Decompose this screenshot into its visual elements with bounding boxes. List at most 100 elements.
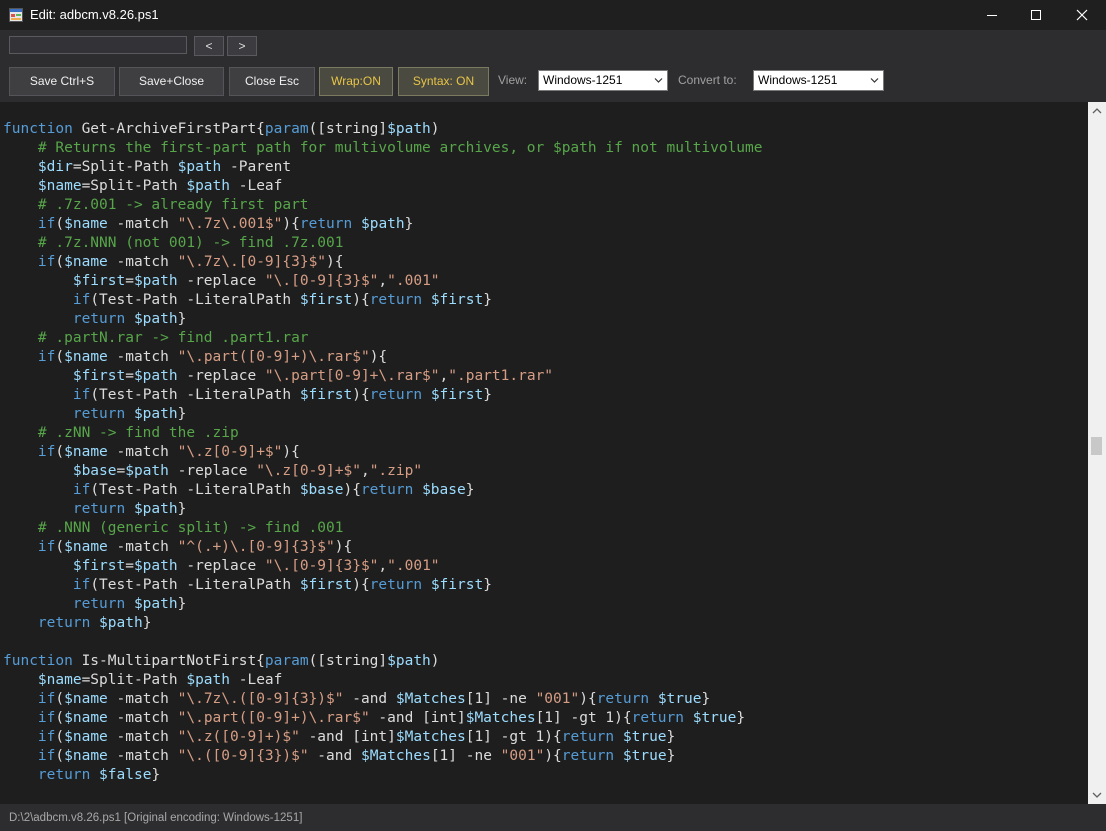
code-line[interactable]: return $path} <box>3 614 763 633</box>
code-line[interactable]: $name=Split-Path $path -Leaf <box>3 671 763 690</box>
code-line[interactable]: # .partN.rar -> find .part1.rar <box>3 329 763 348</box>
code-line[interactable]: $first=$path -replace "\.[0-9]{3}$",".00… <box>3 272 763 291</box>
code-token: -match <box>107 349 178 365</box>
code-token: "\.([0-9]{3})$" <box>177 748 309 764</box>
code-token: ) <box>430 653 440 669</box>
code-line[interactable]: if(Test-Path -LiteralPath $first){return… <box>3 291 763 310</box>
code-token: [1] -ne <box>465 691 536 707</box>
code-line[interactable]: if($name -match "\.z[0-9]+$"){ <box>3 443 763 462</box>
code-line[interactable]: # .NNN (generic split) -> find .001 <box>3 519 763 538</box>
code-line[interactable]: return $false} <box>3 766 763 785</box>
code-token: $name <box>64 691 108 707</box>
code-line[interactable]: function Get-ArchiveFirstPart{param([str… <box>3 120 763 139</box>
vertical-scrollbar[interactable] <box>1088 102 1106 804</box>
code-line[interactable]: if(Test-Path -LiteralPath $base){return … <box>3 481 763 500</box>
code-line[interactable]: return $path} <box>3 500 763 519</box>
minimize-icon <box>987 15 997 16</box>
scrollbar-thumb[interactable] <box>1091 437 1102 455</box>
code-line[interactable]: # .7z.001 -> already first part <box>3 196 763 215</box>
close-window-button[interactable] <box>1059 0 1105 30</box>
code-token: ([string] <box>308 121 388 137</box>
code-token: "\.z[0-9]+$" <box>177 444 283 460</box>
code-token: $Matches <box>395 691 466 707</box>
code-line[interactable]: return $path} <box>3 595 763 614</box>
code-token: return <box>360 482 414 498</box>
code-line[interactable]: $first=$path -replace "\.[0-9]{3}$",".00… <box>3 557 763 576</box>
code-token: } <box>666 729 676 745</box>
code-line[interactable]: if($name -match "\.z([0-9]+)$" -and [int… <box>3 728 763 747</box>
view-encoding-select[interactable]: Windows-1251 <box>538 70 668 91</box>
code-line[interactable]: if($name -match "\.part([0-9]+)\.rar$"){ <box>3 348 763 367</box>
code-token: if <box>3 748 56 764</box>
code-token: =Split-Path <box>72 159 178 175</box>
maximize-button[interactable] <box>1013 0 1059 30</box>
code-line[interactable]: # .7z.NNN (not 001) -> find .7z.001 <box>3 234 763 253</box>
code-line[interactable]: $name=Split-Path $path -Leaf <box>3 177 763 196</box>
code-token: -match <box>107 254 178 270</box>
scroll-down-arrow-icon[interactable] <box>1092 790 1102 800</box>
code-token: return <box>3 406 126 422</box>
code-token: ) <box>430 121 440 137</box>
code-line[interactable]: $first=$path -replace "\.part[0-9]+\.rar… <box>3 367 763 386</box>
code-line[interactable]: if($name -match "\.7z\.[0-9]{3}$"){ <box>3 253 763 272</box>
code-token: ( <box>55 710 65 726</box>
code-token: return <box>561 748 615 764</box>
code-token: if <box>3 710 56 726</box>
code-line[interactable]: function Is-MultipartNotFirst{param([str… <box>3 652 763 671</box>
search-next-button[interactable]: > <box>227 36 257 56</box>
code-line[interactable]: return $path} <box>3 405 763 424</box>
code-token: $name <box>64 539 108 555</box>
code-line[interactable]: # .zNN -> find the .zip <box>3 424 763 443</box>
chevron-down-icon <box>654 78 663 83</box>
code-token: } <box>177 501 187 517</box>
code-token: return <box>631 710 684 726</box>
code-line[interactable]: $base=$path -replace "\.z[0-9]+$",".zip" <box>3 462 763 481</box>
code-token: $Matches <box>395 729 466 745</box>
syntax-toggle-button[interactable]: Syntax: ON <box>398 67 489 96</box>
code-token: # .NNN (generic split) -> find .001 <box>3 520 344 536</box>
code-token: =Split-Path <box>81 178 187 194</box>
code-token: if <box>3 292 91 308</box>
view-label: View: <box>498 73 528 87</box>
code-token: if <box>3 691 56 707</box>
code-line[interactable]: if(Test-Path -LiteralPath $first){return… <box>3 386 763 405</box>
code-token: "\.z([0-9]+)$" <box>177 729 300 745</box>
code-text[interactable]: function Get-ArchiveFirstPart{param([str… <box>3 120 763 785</box>
code-line[interactable]: if($name -match "\.([0-9]{3})$" -and $Ma… <box>3 747 763 766</box>
search-input[interactable] <box>9 36 187 54</box>
code-line[interactable]: if(Test-Path -LiteralPath $first){return… <box>3 576 763 595</box>
code-line[interactable]: return $path} <box>3 310 763 329</box>
code-token: $base <box>299 482 344 498</box>
code-token: -match <box>107 444 178 460</box>
code-line[interactable]: if($name -match "\.7z\.001$"){return $pa… <box>3 215 763 234</box>
code-line[interactable]: if($name -match "\.part([0-9]+)\.rar$" -… <box>3 709 763 728</box>
save-close-button[interactable]: Save+Close <box>119 67 224 96</box>
minimize-button[interactable] <box>969 0 1015 30</box>
code-token: (Test-Path -LiteralPath <box>90 577 300 593</box>
close-button[interactable]: Close Esc <box>229 67 315 96</box>
code-token: $name <box>64 254 108 270</box>
code-line[interactable]: if($name -match "\.7z\.([0-9]{3})$" -and… <box>3 690 763 709</box>
code-token: $dir <box>3 159 73 175</box>
code-line[interactable] <box>3 633 763 652</box>
code-token: -and [int] <box>299 729 396 745</box>
status-text: D:\2\adbcm.v8.26.ps1 [Original encoding:… <box>9 812 303 824</box>
search-prev-button[interactable]: < <box>194 36 224 56</box>
scroll-up-arrow-icon[interactable] <box>1092 106 1102 116</box>
code-line[interactable]: if($name -match "^(.+)\.[0-9]{3}$"){ <box>3 538 763 557</box>
code-token: -match <box>107 539 178 555</box>
code-line[interactable]: $dir=Split-Path $path -Parent <box>3 158 763 177</box>
save-button[interactable]: Save Ctrl+S <box>9 67 115 96</box>
code-editor[interactable]: function Get-ArchiveFirstPart{param([str… <box>0 102 1088 804</box>
code-token: $first <box>3 368 126 384</box>
convert-encoding-select[interactable]: Windows-1251 <box>753 70 884 91</box>
wrap-toggle-button[interactable]: Wrap:ON <box>319 67 393 96</box>
code-token: if <box>3 254 56 270</box>
code-token: Is-MultipartNotFirst{ <box>72 653 265 669</box>
code-line[interactable]: # Returns the first-part path for multiv… <box>3 139 763 158</box>
code-token: $path <box>133 406 178 422</box>
code-token: -match <box>107 729 178 745</box>
code-token: } <box>404 216 414 232</box>
